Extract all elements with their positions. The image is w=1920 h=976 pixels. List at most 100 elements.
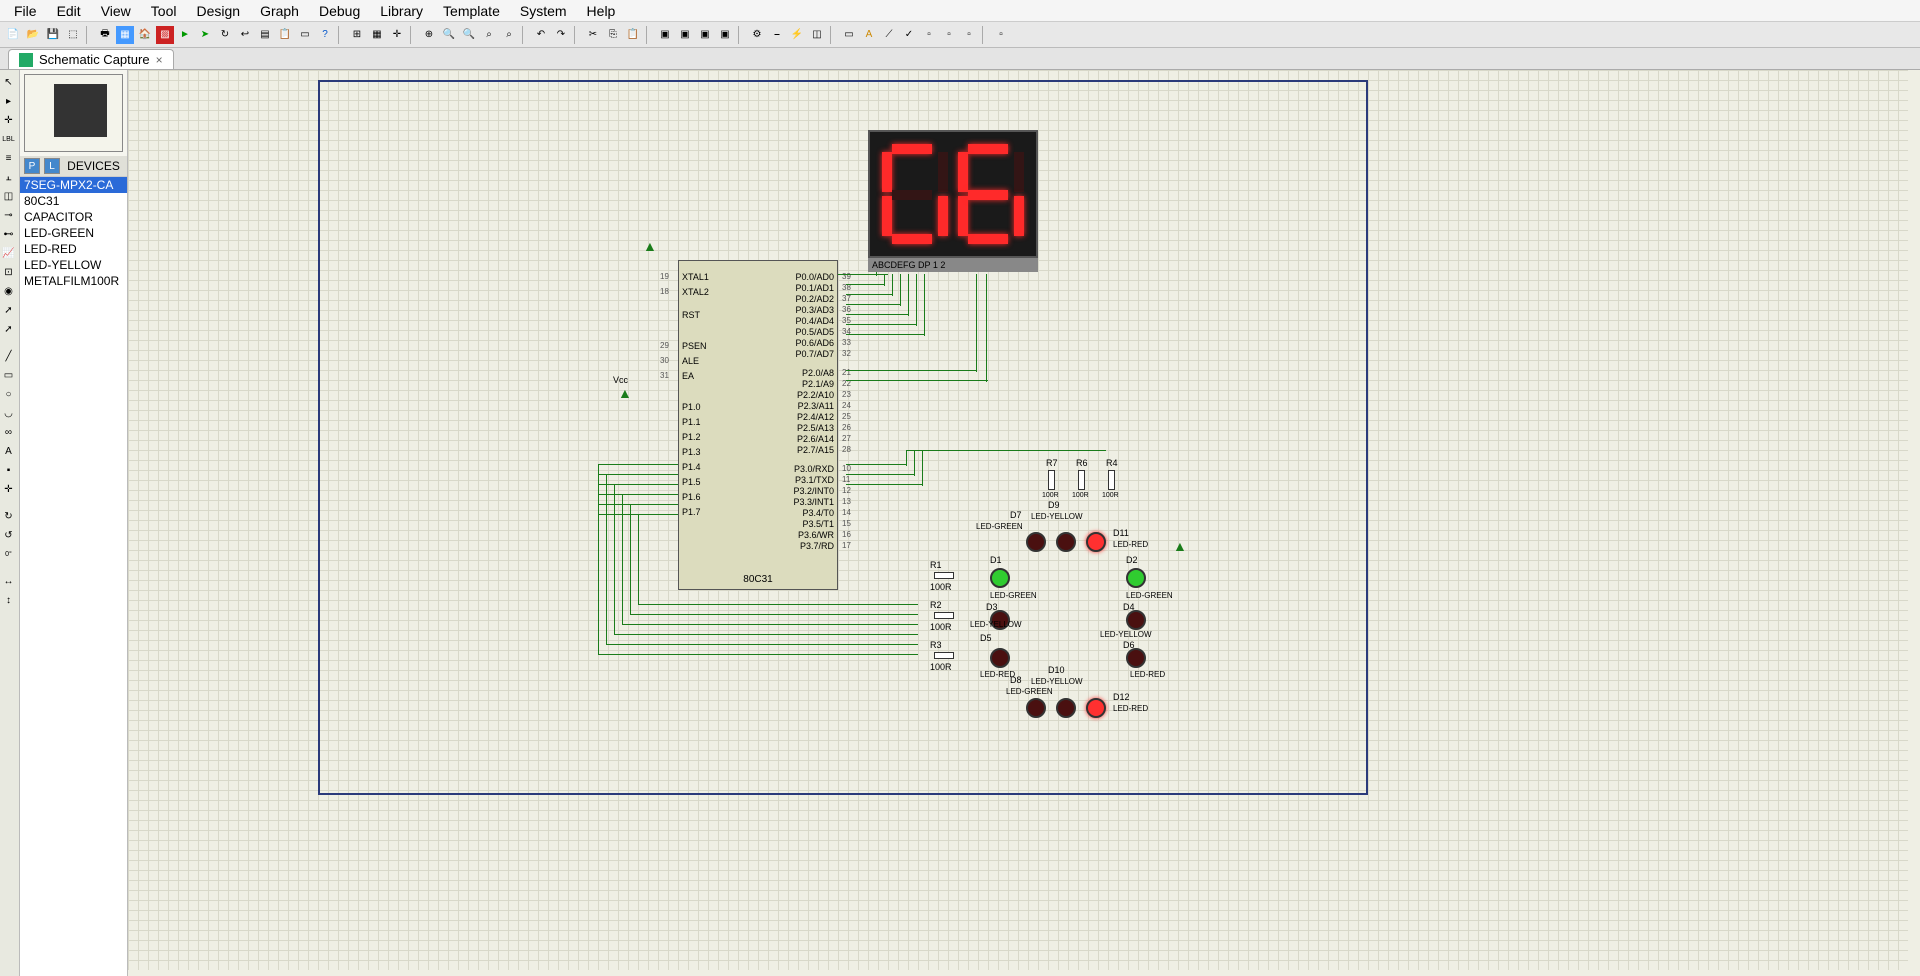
zoom-in-icon[interactable]: 🔍 bbox=[440, 26, 458, 44]
resistor-r3[interactable] bbox=[934, 652, 954, 659]
zoom-area-icon[interactable]: ⌕ bbox=[500, 26, 518, 44]
aux4-icon[interactable]: ▫ bbox=[992, 26, 1010, 44]
tab-close-icon[interactable]: × bbox=[156, 53, 163, 67]
help-icon[interactable]: ? bbox=[316, 26, 334, 44]
libraries-button[interactable]: L bbox=[44, 158, 60, 174]
save-icon[interactable]: 💾 bbox=[44, 26, 62, 44]
resistor-r2[interactable] bbox=[934, 612, 954, 619]
device-item-led-yellow[interactable]: LED-YELLOW bbox=[20, 257, 127, 273]
path-tool[interactable]: ∞ bbox=[0, 424, 17, 441]
wire-label-tool[interactable]: LBL bbox=[0, 131, 17, 148]
led-d9[interactable] bbox=[1056, 532, 1076, 552]
open-icon[interactable]: 📂 bbox=[24, 26, 42, 44]
notes-icon[interactable]: 📋 bbox=[276, 26, 294, 44]
grid-icon[interactable]: ⊞ bbox=[348, 26, 366, 44]
pick-icon[interactable]: ⚙ bbox=[748, 26, 766, 44]
tape-tool[interactable]: ⊡ bbox=[0, 264, 17, 281]
resistor-r4[interactable] bbox=[1108, 470, 1115, 490]
block-copy-icon[interactable]: ▣ bbox=[656, 26, 674, 44]
aux3-icon[interactable]: ▫ bbox=[960, 26, 978, 44]
menu-library[interactable]: Library bbox=[370, 1, 433, 21]
page-icon[interactable]: ▤ bbox=[256, 26, 274, 44]
origin-tool[interactable]: ✛ bbox=[0, 481, 17, 498]
block-delete-icon[interactable]: ▣ bbox=[716, 26, 734, 44]
generator-tool[interactable]: ◉ bbox=[0, 283, 17, 300]
menu-tool[interactable]: Tool bbox=[141, 1, 187, 21]
center-icon[interactable]: ⊕ bbox=[420, 26, 438, 44]
copy-icon[interactable]: ⎘ bbox=[604, 26, 622, 44]
device-item-80c31[interactable]: 80C31 bbox=[20, 193, 127, 209]
circle-tool[interactable]: ○ bbox=[0, 386, 17, 403]
zoom-out-icon[interactable]: 🔍 bbox=[460, 26, 478, 44]
symbol-tool[interactable]: ▪ bbox=[0, 462, 17, 479]
junction-tool[interactable]: ✛ bbox=[0, 112, 17, 129]
close-icon[interactable]: ⬚ bbox=[64, 26, 82, 44]
print-icon[interactable]: 🖶 bbox=[96, 26, 114, 44]
paste-icon[interactable]: 📋 bbox=[624, 26, 642, 44]
menu-system[interactable]: System bbox=[510, 1, 577, 21]
device-item-capacitor[interactable]: CAPACITOR bbox=[20, 209, 127, 225]
bus-tool[interactable]: ⫠ bbox=[0, 169, 17, 186]
device-item-metalfilm[interactable]: METALFILM100R bbox=[20, 273, 127, 289]
flip-v-tool[interactable]: ↕ bbox=[0, 592, 17, 609]
new-icon[interactable]: 📄 bbox=[4, 26, 22, 44]
area-icon[interactable]: ▦ bbox=[116, 26, 134, 44]
led-d11[interactable] bbox=[1086, 532, 1106, 552]
sim-icon[interactable]: A bbox=[860, 26, 878, 44]
menu-edit[interactable]: Edit bbox=[47, 1, 91, 21]
deg-tool[interactable]: 0° bbox=[0, 546, 17, 563]
led-d10[interactable] bbox=[1056, 698, 1076, 718]
led-d2[interactable] bbox=[1126, 568, 1146, 588]
undo-icon[interactable]: ↶ bbox=[532, 26, 550, 44]
wire-icon[interactable]: ⎯ bbox=[768, 26, 786, 44]
devices-list[interactable]: 7SEG-MPX2-CA 80C31 CAPACITOR LED-GREEN L… bbox=[20, 177, 127, 976]
sim1-icon[interactable]: ► bbox=[176, 26, 194, 44]
led-d4[interactable] bbox=[1126, 610, 1146, 630]
arc-icon[interactable]: ⟋ bbox=[880, 26, 898, 44]
menu-graph[interactable]: Graph bbox=[250, 1, 309, 21]
arc-tool[interactable]: ◡ bbox=[0, 405, 17, 422]
flip-h-tool[interactable]: ↔ bbox=[0, 573, 17, 590]
seven-segment-display[interactable] bbox=[868, 130, 1038, 258]
device-item-led-green[interactable]: LED-GREEN bbox=[20, 225, 127, 241]
led-d8[interactable] bbox=[1026, 698, 1046, 718]
text-box-icon[interactable]: ▭ bbox=[840, 26, 858, 44]
aux2-icon[interactable]: ▫ bbox=[940, 26, 958, 44]
aux1-icon[interactable]: ▫ bbox=[920, 26, 938, 44]
board-icon[interactable]: ▭ bbox=[296, 26, 314, 44]
schematic-canvas[interactable]: ABCDEFG DP 1 2 80C31 XTAL119XTAL218RSTPS… bbox=[128, 70, 1908, 970]
resistor-r7[interactable] bbox=[1048, 470, 1055, 490]
rot-cw-tool[interactable]: ↻ bbox=[0, 508, 17, 525]
menu-view[interactable]: View bbox=[91, 1, 141, 21]
text-tool[interactable]: A bbox=[0, 443, 17, 460]
redo-icon[interactable]: ↷ bbox=[552, 26, 570, 44]
sim2-icon[interactable]: ➤ bbox=[196, 26, 214, 44]
led-d5[interactable] bbox=[990, 648, 1010, 668]
device-item-7seg[interactable]: 7SEG-MPX2-CA bbox=[20, 177, 127, 193]
refresh-icon[interactable]: ↻ bbox=[216, 26, 234, 44]
cursor-tool[interactable]: ↖ bbox=[0, 74, 17, 91]
back-icon[interactable]: ↩ bbox=[236, 26, 254, 44]
cut-icon[interactable]: ✂ bbox=[584, 26, 602, 44]
origin-icon[interactable]: ✛ bbox=[388, 26, 406, 44]
rot-ccw-tool[interactable]: ↺ bbox=[0, 527, 17, 544]
menu-help[interactable]: Help bbox=[577, 1, 626, 21]
sub-tool[interactable]: ◫ bbox=[0, 188, 17, 205]
menu-debug[interactable]: Debug bbox=[309, 1, 370, 21]
block-rotate-icon[interactable]: ▣ bbox=[696, 26, 714, 44]
resistor-r6[interactable] bbox=[1078, 470, 1085, 490]
menu-design[interactable]: Design bbox=[186, 1, 250, 21]
led-d1[interactable] bbox=[990, 568, 1010, 588]
terminal-tool[interactable]: ⊸ bbox=[0, 207, 17, 224]
menu-template[interactable]: Template bbox=[433, 1, 510, 21]
home-icon[interactable]: 🏠 bbox=[136, 26, 154, 44]
pcb-icon[interactable]: ▨ bbox=[156, 26, 174, 44]
probe-v-tool[interactable]: ➚ bbox=[0, 302, 17, 319]
led-d12[interactable] bbox=[1086, 698, 1106, 718]
component-tool[interactable]: ▸ bbox=[0, 93, 17, 110]
menu-file[interactable]: File bbox=[4, 1, 47, 21]
resistor-r1[interactable] bbox=[934, 572, 954, 579]
schematic-overview[interactable] bbox=[24, 74, 123, 152]
net-icon[interactable]: ◫ bbox=[808, 26, 826, 44]
pick-devices-button[interactable]: P bbox=[24, 158, 40, 174]
